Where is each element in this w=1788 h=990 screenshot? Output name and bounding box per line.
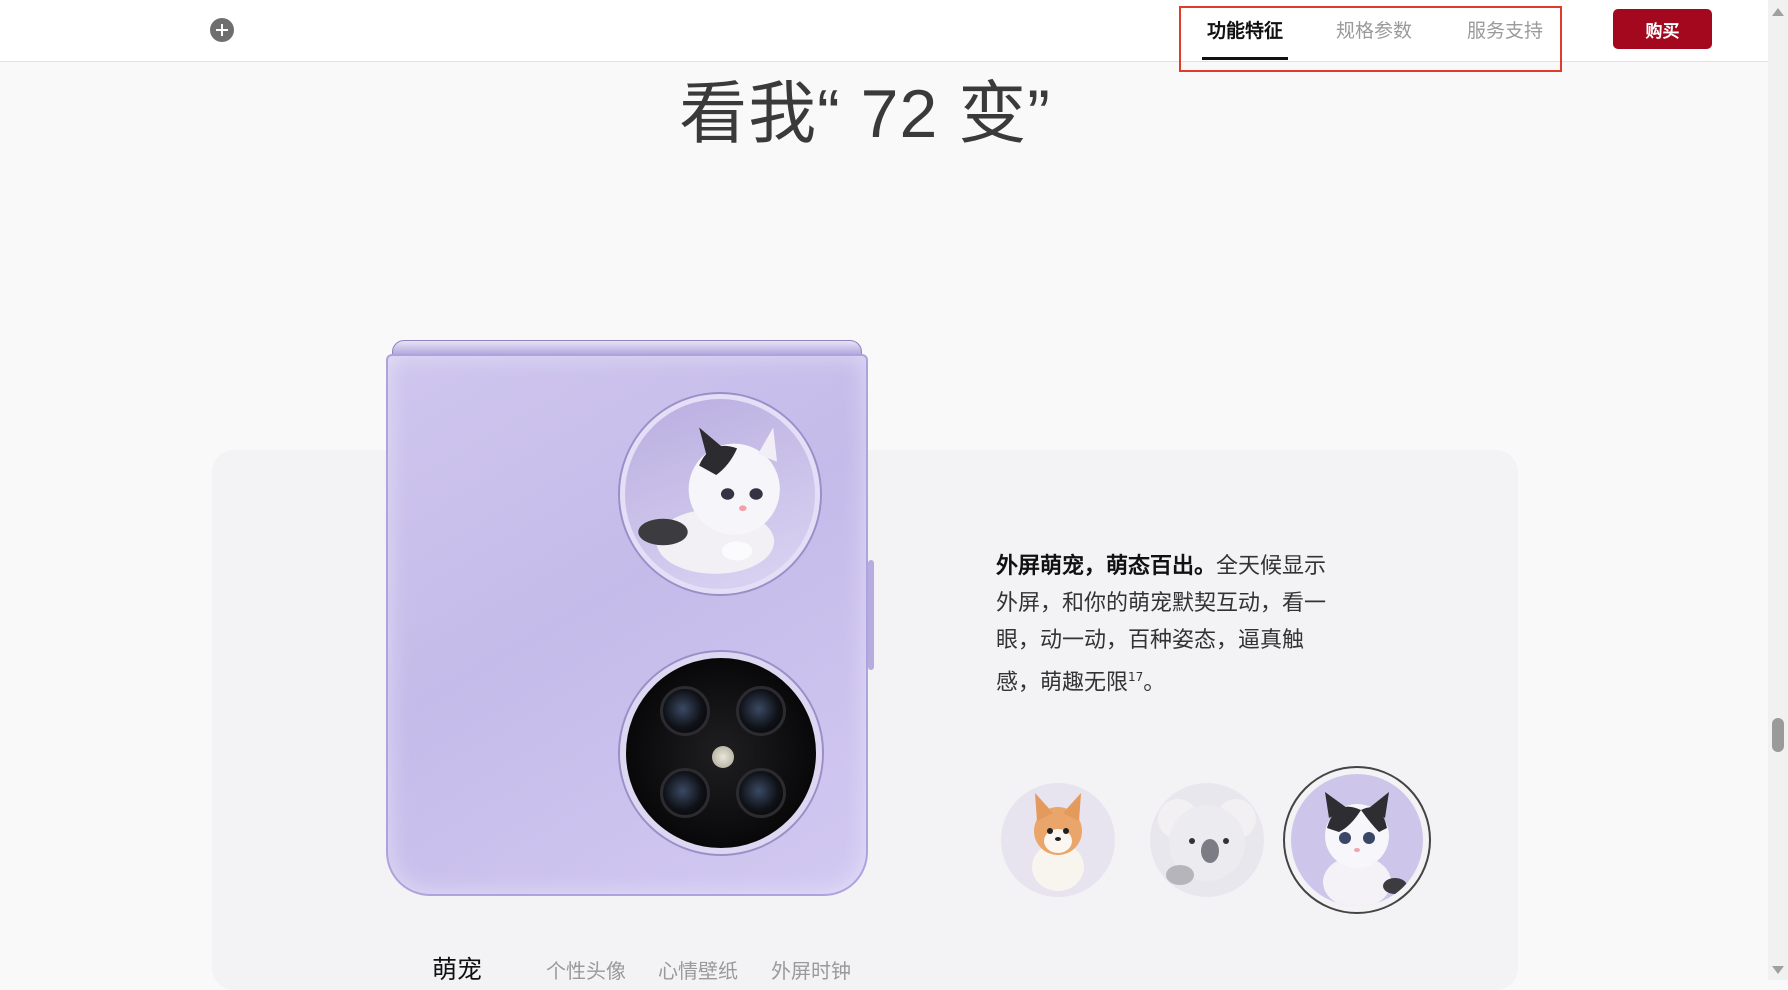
description-headline: 外屏萌宠，萌态百出。: [996, 554, 1217, 579]
camera-flash: [712, 746, 734, 768]
camera-lens: [736, 768, 786, 818]
cover-screen-cat-image: [620, 394, 820, 594]
cat-thumbnail-illustration: [1323, 792, 1407, 906]
camera-lens: [736, 686, 786, 736]
plus-icon-glyph: [216, 24, 228, 36]
tab-support[interactable]: 服务支持: [1467, 16, 1543, 43]
scroll-down-arrow-icon[interactable]: [1772, 966, 1784, 974]
cat-illustration: [638, 427, 780, 574]
description-end: 。: [1143, 670, 1166, 696]
plus-circle-icon[interactable]: [210, 18, 234, 42]
feature-description: 外屏萌宠，萌态百出。全天候显示外屏，和你的萌宠默契互动，看一眼，动一动，百种姿态…: [996, 548, 1336, 701]
camera-lens: [660, 768, 710, 818]
footnote-marker: 17: [1128, 670, 1144, 684]
koala-illustration: [1158, 799, 1256, 885]
tab-specs[interactable]: 规格参数: [1336, 16, 1412, 43]
pet-option-cat[interactable]: [1291, 774, 1423, 906]
phone-side-button: [868, 560, 874, 670]
top-nav-bar: 功能特征 规格参数 服务支持 购买: [0, 0, 1768, 62]
corgi-illustration: [1032, 793, 1084, 891]
pet-option-koala[interactable]: [1150, 783, 1264, 897]
tab-features[interactable]: 功能特征: [1207, 16, 1283, 43]
buy-button[interactable]: 购买: [1613, 9, 1712, 49]
page-title: 看我“ 72 变”: [679, 76, 1051, 152]
scroll-thumb[interactable]: [1772, 718, 1784, 752]
camera-module: [620, 652, 822, 854]
page-scrollbar[interactable]: [1768, 0, 1788, 980]
scroll-up-arrow-icon[interactable]: [1772, 8, 1784, 16]
camera-lens: [660, 686, 710, 736]
pet-option-corgi[interactable]: [1001, 783, 1115, 897]
subtab-pets[interactable]: 萌宠: [432, 950, 482, 986]
